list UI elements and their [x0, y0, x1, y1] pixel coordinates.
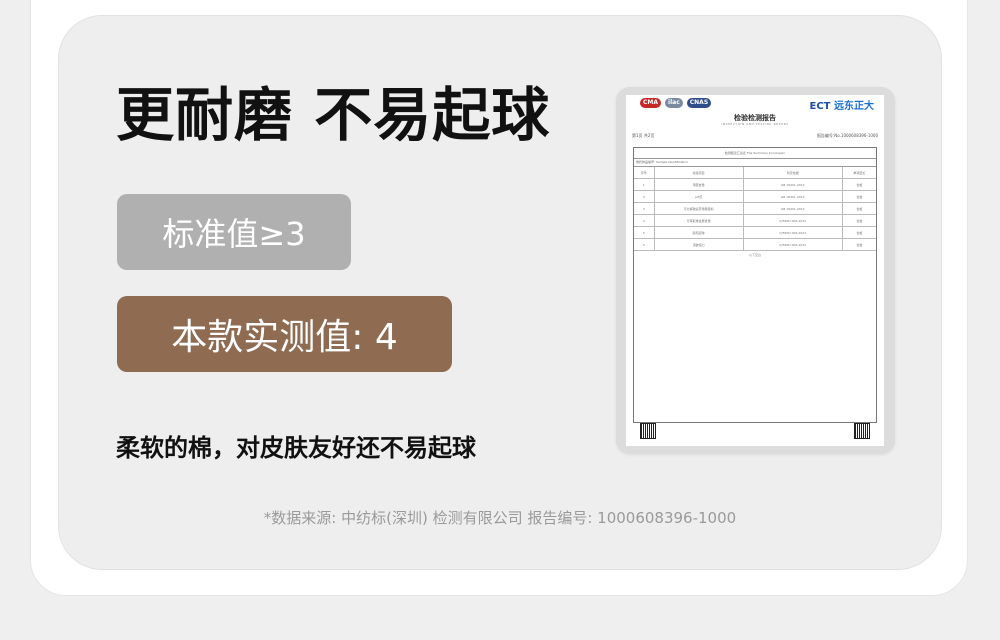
cnas-logo: CNAS	[686, 98, 712, 108]
report-paper: CMA ilac CNAS ECT 远东正大 检验检测报告 INSPECTION…	[626, 95, 884, 446]
table-header-row: 序号 检验项目 判定依据 单项结论	[634, 167, 876, 179]
test-report-thumbnail[interactable]: CMA ilac CNAS ECT 远东正大 检验检测报告 INSPECTION…	[616, 87, 895, 454]
cma-logo: CMA	[640, 98, 662, 108]
table-heading: 检测结论汇总表 The Summary Conclusion	[634, 148, 876, 159]
table-note: 委托样品编号: Sample Identification	[634, 159, 876, 167]
ilac-logo: ilac	[665, 98, 683, 108]
table-row: 2 pH值 GB 18401-2010 合格	[634, 191, 876, 203]
measured-value-badge: 本款实测值: 4	[117, 296, 452, 372]
lab-brand: ECT 远东正大	[810, 97, 874, 112]
table-row: 4 可萃取重金属含量 Q/FZ0D 006-2022 合格	[634, 215, 876, 227]
table-row: 5 起毛起球 Q/FZ0D 006-2022 合格	[634, 227, 876, 239]
table-end-note: 以下空白	[748, 253, 761, 257]
report-table: 检测结论汇总表 The Summary Conclusion 委托样品编号: S…	[633, 147, 877, 423]
report-meta: 第1页 共2页 报告编号:No.1000608396-1000	[632, 133, 878, 139]
qr-code-icon	[854, 423, 870, 439]
table-row: 3 可分解致癌芳香胺染料 GB 18401-2010 合格	[634, 203, 876, 215]
table-row: 1 甲醛含量 GB 18401-2010 合格	[634, 179, 876, 191]
report-subtitle: INSPECTION AND TESTING REPORT	[721, 122, 789, 126]
certification-logos: CMA ilac CNAS	[640, 98, 712, 108]
feature-description: 柔软的棉，对皮肤友好还不易起球	[116, 434, 476, 462]
data-source-note: *数据来源: 中纺标(深圳) 检测有限公司 报告编号: 1000608396-1…	[263, 509, 737, 527]
standard-value-badge: 标准值≥3	[117, 194, 351, 270]
page-label: 第1页 共2页	[632, 133, 655, 138]
qr-code-icon	[640, 423, 656, 439]
table-row: 6 顶破强力 Q/FZ0D 006-2022 合格	[634, 239, 876, 251]
lab-brand-cn: 远东正大	[834, 101, 874, 112]
lab-brand-en: ECT	[809, 101, 831, 112]
table-grid: 序号 检验项目 判定依据 单项结论 1 甲醛含量 GB 18401-2010 合…	[634, 167, 876, 257]
page-title: 更耐磨 不易起球	[116, 81, 551, 149]
report-number: 报告编号:No.1000608396-1000	[816, 133, 878, 138]
